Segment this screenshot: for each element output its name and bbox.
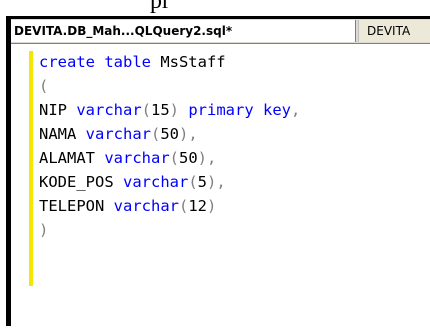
code-line: NIP varchar(15) primary key, — [39, 98, 300, 122]
operator-token: , — [188, 125, 198, 143]
operator-token: ( — [178, 197, 189, 215]
operator-token: ) — [39, 221, 49, 239]
keyword-token: create table — [39, 53, 151, 71]
keyword-token: varchar — [76, 101, 142, 119]
keyword-token: varchar — [85, 125, 151, 143]
code-line: NAMA varchar(50), — [39, 122, 300, 146]
code-line: ALAMAT varchar(50), — [39, 146, 300, 170]
operator-token: ( — [169, 149, 179, 167]
operator-token: ( — [39, 77, 49, 95]
operator-token: ) — [179, 125, 189, 143]
code-line: ) — [39, 218, 300, 242]
identifier-token: 12 — [188, 197, 207, 215]
code-line: KODE_POS varchar(5), — [39, 170, 300, 194]
identifier-token: KODE_POS — [39, 173, 123, 191]
keyword-token: primary key — [179, 101, 291, 119]
operator-token: ) — [207, 197, 217, 215]
operator-token: , — [207, 149, 217, 167]
identifier-token: 5 — [197, 173, 208, 191]
sql-code-editor[interactable]: create table MsStaff(NIP varchar(15) pri… — [11, 44, 430, 334]
identifier-token: MsStaff — [150, 53, 226, 71]
identifier-token: NIP — [39, 101, 77, 119]
query-editor-window: DEVITA.DB_Mah...QLQuery2.sql* DEVITA cre… — [6, 16, 430, 334]
code-line: TELEPON varchar(12) — [39, 194, 300, 218]
change-tracking-margin — [29, 51, 33, 286]
operator-token: ( — [151, 125, 161, 143]
code-line: create table MsStaff — [39, 50, 300, 74]
operator-token: , — [291, 101, 301, 119]
code-text[interactable]: create table MsStaff(NIP varchar(15) pri… — [39, 50, 300, 242]
identifier-token: 15 — [151, 101, 170, 119]
operator-token: , — [216, 173, 226, 191]
identifier-token: 50 — [160, 125, 180, 143]
identifier-token: TELEPON — [39, 197, 114, 215]
identifier-token: 50 — [179, 149, 198, 167]
keyword-token: varchar — [113, 197, 179, 215]
document-tab-bar: DEVITA.DB_Mah...QLQuery2.sql* DEVITA — [11, 19, 430, 44]
identifier-token: NAMA — [39, 125, 86, 143]
operator-token: ) — [207, 173, 217, 191]
tab-sqlquery2[interactable]: DEVITA.DB_Mah...QLQuery2.sql* — [11, 20, 356, 42]
operator-token: ( — [141, 101, 151, 119]
keyword-token: varchar — [123, 173, 189, 191]
code-line: ( — [39, 74, 300, 98]
keyword-token: varchar — [104, 149, 170, 167]
operator-token: ) — [169, 101, 180, 119]
cropped-text-fragment: pr — [150, 0, 170, 14]
tab-devita[interactable]: DEVITA — [358, 20, 430, 42]
identifier-token: ALAMAT — [39, 149, 105, 167]
operator-token: ) — [197, 149, 208, 167]
operator-token: ( — [188, 173, 198, 191]
